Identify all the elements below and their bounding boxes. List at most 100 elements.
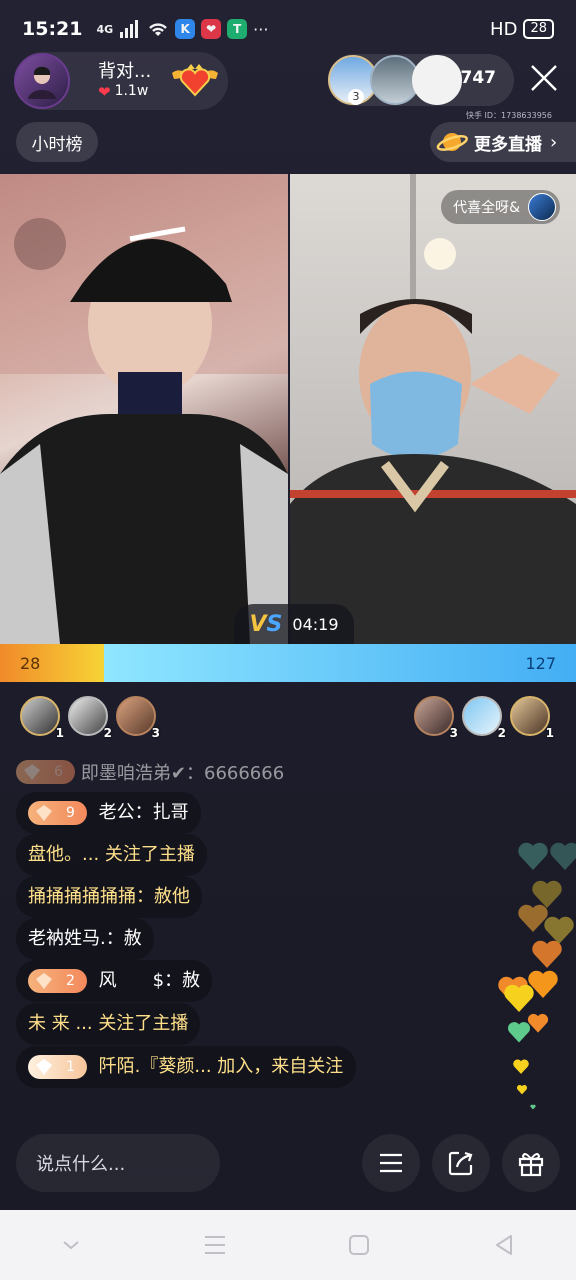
left-contributor-1[interactable]: 1 bbox=[20, 696, 64, 740]
diamond-icon bbox=[36, 805, 52, 821]
host-likes-count: 1.1w bbox=[114, 83, 149, 100]
contributor-rank: 3 bbox=[151, 726, 160, 740]
comment-placeholder: 说点什么... bbox=[36, 1154, 126, 1175]
chat-item[interactable]: 9 老公：扎哥 bbox=[16, 792, 201, 834]
close-icon[interactable] bbox=[526, 60, 562, 96]
viewer-count[interactable]: 747 bbox=[461, 68, 497, 88]
left-contributor-2[interactable]: 2 bbox=[68, 696, 112, 740]
status-right: HD 28 bbox=[490, 19, 554, 40]
menu-button[interactable] bbox=[362, 1134, 420, 1192]
more-live-button[interactable]: 更多直播 › bbox=[430, 122, 576, 162]
kugou-app-icon: K bbox=[175, 19, 196, 39]
host-name: 背对... bbox=[98, 61, 152, 83]
chat-item-faded: 6 即墨咱浩弟✔：6666666 bbox=[16, 758, 284, 786]
status-time: 15:21 bbox=[22, 18, 83, 40]
guest-tag[interactable]: 代喜全呀& bbox=[441, 190, 560, 224]
host-video[interactable] bbox=[0, 174, 288, 644]
chat-message: 关注了主播 bbox=[98, 1013, 189, 1034]
host-video-frame bbox=[0, 174, 288, 644]
chat-user-name[interactable]: 盘他。... bbox=[28, 844, 99, 865]
level-value: 2 bbox=[66, 973, 75, 989]
chat-message: 关注了主播 bbox=[104, 844, 195, 865]
share-button[interactable] bbox=[432, 1134, 490, 1192]
chat-item[interactable]: 2 风 $：赦 bbox=[16, 960, 213, 1002]
level-badge: 1 bbox=[28, 1055, 87, 1079]
right-contributor-1[interactable]: 1 bbox=[510, 696, 554, 740]
gift-icon bbox=[518, 1153, 544, 1177]
hd-label: HD bbox=[490, 18, 518, 40]
floating-heart-icon bbox=[518, 842, 548, 870]
vs-icon: VS bbox=[249, 611, 283, 637]
wifi-icon bbox=[149, 23, 168, 36]
chat-user-name[interactable]: 未 来 ... bbox=[28, 1013, 93, 1034]
level-value: 6 bbox=[54, 764, 63, 780]
kuaishou-id: 快手 ID：1738633956 bbox=[466, 111, 552, 120]
chevron-right-icon: › bbox=[550, 131, 558, 153]
chat-separator: ： bbox=[134, 802, 153, 823]
share-icon bbox=[448, 1151, 473, 1176]
left-contributor-3[interactable]: 3 bbox=[116, 696, 160, 740]
chat-user-name[interactable]: 老公 bbox=[99, 802, 135, 823]
level-badge: 2 bbox=[28, 969, 87, 993]
pk-left-value: 28 bbox=[20, 653, 41, 673]
hour-rank-button[interactable]: 小时榜 bbox=[16, 122, 98, 162]
signal-group: 4G K ❤ T ··· bbox=[96, 19, 268, 39]
chat-message: 赦 bbox=[182, 970, 201, 991]
chat-message: 加入，来自关注 bbox=[217, 1056, 344, 1077]
chat-user-name[interactable]: 捅捅捅捅捅捅 bbox=[28, 886, 136, 907]
host-card[interactable]: 背对... ❤ 1.1w bbox=[14, 52, 228, 110]
chat-item[interactable]: 捅捅捅捅捅捅：赦他 bbox=[16, 876, 202, 918]
pk-left-score: 28 bbox=[0, 644, 104, 682]
chat-item[interactable]: 老衲姓马.：赦 bbox=[16, 918, 154, 960]
diamond-icon bbox=[24, 764, 40, 780]
floating-heart-icon bbox=[530, 1104, 536, 1110]
viewer-list[interactable]: 3 747 bbox=[328, 54, 514, 106]
chat-message: 赦他 bbox=[154, 886, 190, 907]
guest-video[interactable]: 代喜全呀& bbox=[290, 174, 576, 644]
chat-message: 扎哥 bbox=[152, 802, 189, 823]
floating-heart-icon bbox=[516, 1084, 528, 1095]
heart-app-icon: ❤ bbox=[201, 19, 222, 39]
signal-icon bbox=[120, 20, 139, 38]
chat-item[interactable]: 盘他。... 关注了主播 bbox=[16, 834, 207, 876]
viewer-avatar[interactable] bbox=[412, 55, 462, 105]
guest-video-frame bbox=[290, 174, 576, 644]
contributor-rank: 3 bbox=[449, 726, 458, 740]
gift-button[interactable] bbox=[502, 1134, 560, 1192]
chat-faded-text: 即墨咱浩弟✔：6666666 bbox=[80, 763, 285, 784]
menu-icon[interactable] bbox=[203, 1234, 227, 1256]
guest-avatar[interactable] bbox=[528, 193, 556, 221]
comment-input[interactable]: 说点什么... bbox=[16, 1134, 220, 1192]
user-silhouette-icon bbox=[28, 66, 56, 99]
more-live-label: 更多直播 bbox=[474, 134, 542, 155]
chat-item[interactable]: 未 来 ... 关注了主播 bbox=[16, 1003, 201, 1045]
battery-level: 28 bbox=[530, 21, 547, 36]
floating-heart-icon bbox=[504, 984, 534, 1012]
right-contributor-2[interactable]: 2 bbox=[462, 696, 506, 740]
chat-item[interactable]: 1 阡陌.『葵颜... 加入，来自关注 bbox=[16, 1046, 356, 1088]
pk-timer: VS 04:19 bbox=[234, 604, 354, 644]
contributor-rank: 2 bbox=[103, 726, 112, 740]
host-avatar[interactable] bbox=[14, 53, 70, 109]
planet-icon bbox=[436, 133, 468, 151]
chat-user-name[interactable]: 老衲姓马. bbox=[28, 928, 106, 949]
contributor-rank: 1 bbox=[545, 726, 554, 740]
chat-user-name[interactable]: 阡陌.『葵颜... bbox=[99, 1056, 212, 1077]
battery-icon: 28 bbox=[523, 19, 554, 39]
level-badge: 9 bbox=[28, 801, 87, 825]
chat-message: 赦 bbox=[123, 928, 142, 949]
host-likes-row: ❤ 1.1w bbox=[98, 83, 151, 101]
winged-heart-badge-icon[interactable] bbox=[170, 61, 220, 99]
home-icon[interactable] bbox=[347, 1233, 371, 1257]
chevron-down-icon[interactable] bbox=[60, 1238, 82, 1252]
contributor-rank: 1 bbox=[55, 726, 64, 740]
host-info: 背对... ❤ 1.1w bbox=[98, 61, 151, 101]
chat-user-name[interactable]: 风 $ bbox=[99, 970, 164, 991]
pk-right-score: 127 bbox=[103, 644, 576, 682]
chat-separator: ： bbox=[105, 928, 124, 949]
right-contributor-3[interactable]: 3 bbox=[414, 696, 458, 740]
level-value: 1 bbox=[66, 1059, 75, 1075]
status-bar: 15:21 4G K ❤ T ··· HD 28 bbox=[0, 0, 576, 58]
back-icon[interactable] bbox=[492, 1233, 516, 1257]
viewer-rank-badge: 3 bbox=[348, 89, 364, 105]
